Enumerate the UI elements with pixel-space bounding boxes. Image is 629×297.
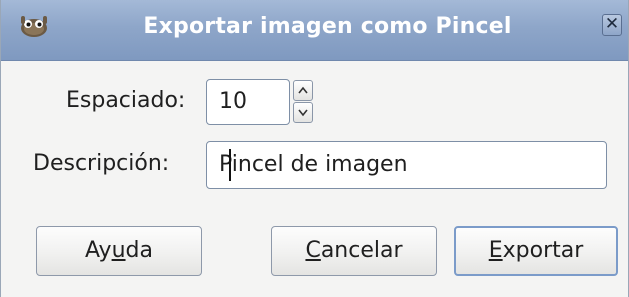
spacing-stepper[interactable] — [293, 80, 315, 126]
cancel-button[interactable]: Cancelar — [271, 226, 437, 276]
help-button[interactable]: Ayuda — [36, 226, 202, 276]
spacing-input[interactable]: 10 — [206, 79, 290, 125]
spin-down-button[interactable] — [293, 102, 313, 123]
help-label-start: Ay — [85, 238, 112, 263]
cancel-mnemonic: C — [305, 238, 321, 263]
help-label-end: da — [125, 238, 153, 263]
export-brush-dialog: Exportar imagen como Pincel ✕ Espaciado:… — [0, 0, 629, 297]
export-button[interactable]: Exportar — [454, 226, 618, 276]
dialog-title: Exportar imagen como Pincel — [143, 14, 512, 39]
export-label: xportar — [502, 238, 584, 263]
title-bar[interactable]: Exportar imagen como Pincel ✕ — [1, 0, 628, 61]
export-mnemonic: E — [488, 238, 503, 263]
chevron-up-icon — [298, 86, 308, 94]
spin-up-button[interactable] — [293, 80, 313, 101]
text-caret — [229, 149, 231, 181]
spacing-label: Espaciado: — [66, 88, 186, 113]
cancel-label: ancelar — [320, 238, 403, 263]
close-button[interactable]: ✕ — [602, 14, 622, 36]
chevron-down-icon — [298, 109, 308, 117]
close-icon: ✕ — [604, 14, 620, 34]
description-input[interactable]: Pincel de imagen — [206, 141, 607, 189]
help-mnemonic: u — [111, 238, 126, 263]
description-label: Descripción: — [33, 151, 170, 176]
